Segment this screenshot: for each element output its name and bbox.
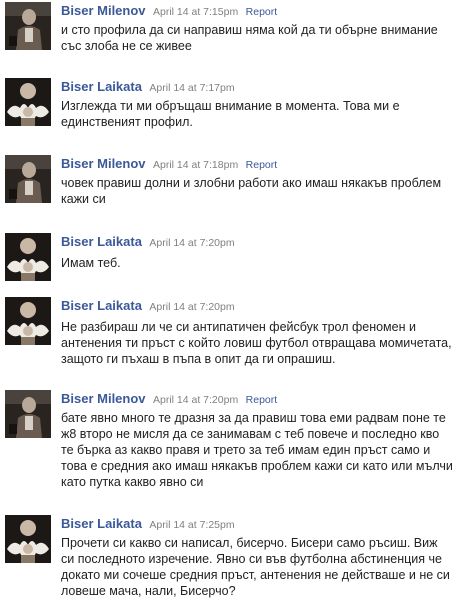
comment-thread: Biser Milenov April 14 at 7:15pm Report … [0,0,455,599]
comment-text: Изглежда ти ми обръщаш внимание в момент… [61,99,400,129]
author-link[interactable]: Biser Milenov [61,3,146,18]
profile-photo-icon [5,233,51,281]
author-link[interactable]: Biser Laikata [61,516,142,531]
comment-text: и сто профила да си направиш няма кой да… [61,23,438,53]
profile-photo-icon [5,390,51,438]
comment-text: човек правиш долни и злобни работи ако и… [61,176,442,206]
avatar[interactable] [5,297,51,345]
comment-text: Имам теб. [61,256,121,270]
author-link[interactable]: Biser Milenov [61,156,146,171]
author-link[interactable]: Biser Milenov [61,391,146,406]
comment-timestamp: April 14 at 7:17pm [149,82,235,94]
profile-photo-icon [5,155,51,203]
profile-photo-icon [5,297,51,345]
avatar[interactable] [5,78,51,126]
avatar[interactable] [5,2,51,50]
comment-timestamp: April 14 at 7:20pm [149,237,235,249]
author-link[interactable]: Biser Laikata [61,234,142,249]
avatar[interactable] [5,390,51,438]
comment-timestamp: April 14 at 7:18pm [152,159,239,171]
comment-timestamp: April 14 at 7:15pm [152,6,239,18]
report-link[interactable]: Report [246,159,278,171]
report-link[interactable]: Report [246,6,278,18]
avatar[interactable] [5,155,51,203]
report-link[interactable]: Report [246,394,278,406]
avatar[interactable] [5,233,51,281]
comment-timestamp: April 14 at 7:20pm [149,301,235,313]
avatar[interactable] [5,515,51,563]
author-link[interactable]: Biser Laikata [61,79,142,94]
profile-photo-icon [5,515,51,563]
author-link[interactable]: Biser Laikata [61,298,142,313]
comment-text: Прочети си какво си написал, бисерчо. Би… [61,536,450,598]
profile-photo-icon [5,2,51,50]
comment-text: бате явно много те дразня за да правиш т… [61,411,453,489]
profile-photo-icon [5,78,51,126]
comment-timestamp: April 14 at 7:25pm [149,519,235,531]
comment-text: Не разбираш ли че си антипатичен фейсбук… [61,320,452,366]
comment-timestamp: April 14 at 7:20pm [152,394,239,406]
